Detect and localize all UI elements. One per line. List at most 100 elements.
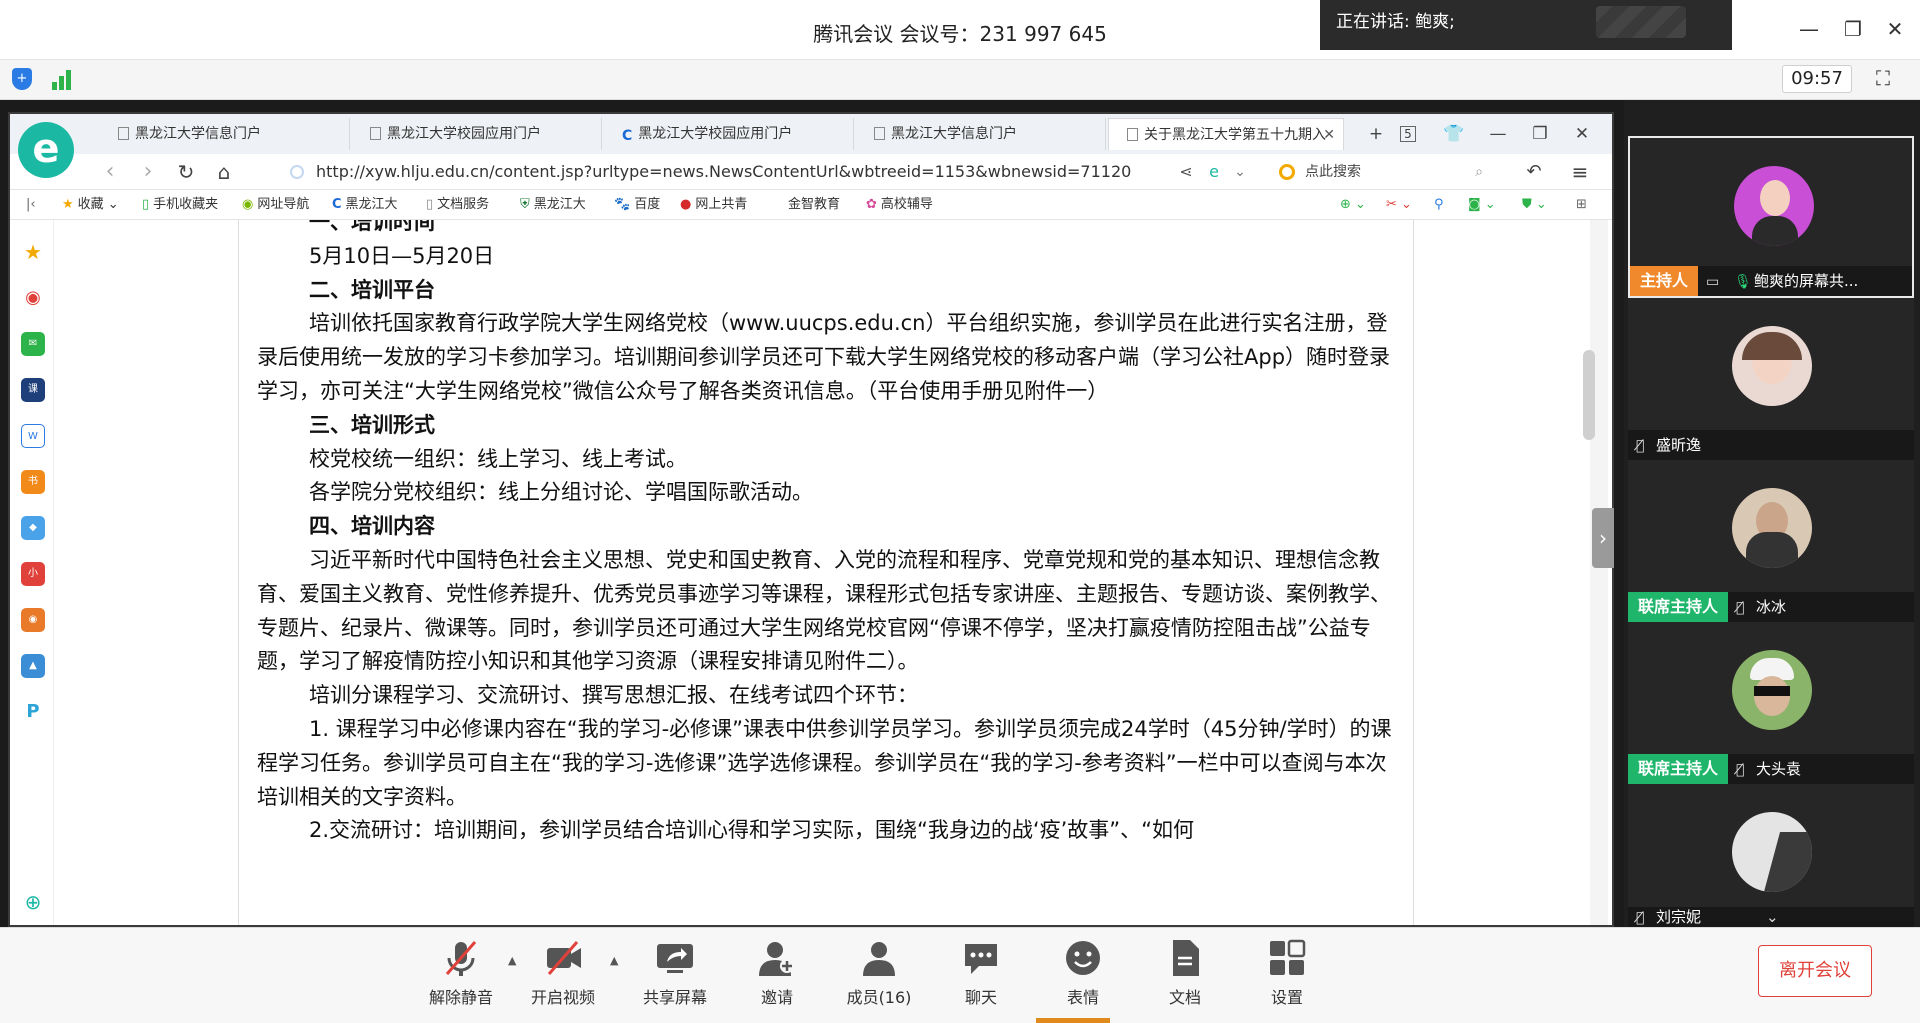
- browser-tab[interactable]: 黑龙江大学信息门户: [100, 118, 350, 150]
- paragraph: 2.交流研讨：培训期间，参训学员结合培训心得和学习实际，围绕“我身边的战‘疫’故…: [309, 818, 1195, 843]
- extension-icon[interactable]: ⊕ ⌄: [1340, 195, 1366, 215]
- weibo-icon[interactable]: ◉: [21, 286, 45, 310]
- paragraph: 培训依托国家教育行政学院大学生网络党校（www.uucps.edu.cn）平台组…: [257, 311, 1391, 403]
- minimize-icon[interactable]: —: [1796, 16, 1822, 42]
- participant-card[interactable]: 🎙̸ 刘宗妮 ⌄: [1628, 784, 1914, 927]
- back-icon[interactable]: ‹: [96, 158, 124, 186]
- tab-count-badge[interactable]: 5: [1394, 120, 1422, 148]
- browser-tab[interactable]: 黑龙江大学信息门户: [856, 118, 1106, 150]
- meeting-status-bar: [0, 60, 1920, 100]
- screenshot-icon[interactable]: ✂ ⌄: [1386, 195, 1412, 215]
- add-user-icon: [759, 942, 794, 976]
- search-icon[interactable]: ⌕: [1475, 158, 1483, 186]
- bookmark-item[interactable]: ★ 收藏 ⌄: [62, 195, 119, 215]
- browser-tab[interactable]: 黑龙江大学校园应用门户: [352, 118, 602, 150]
- paragraph: 各学院分党校组织：线上分组讨论、学唱国际歌活动。: [309, 480, 813, 505]
- leave-meeting-button[interactable]: 离开会议: [1758, 945, 1872, 997]
- shield-guard-icon[interactable]: ⛊ ⌄: [1522, 195, 1547, 215]
- unmute-button[interactable]: 解除静音: [416, 938, 506, 1018]
- browser-sidebar: ★ ◉ ✉ 课 W 书 ◆ 小 ◉ ▲ P ⊕: [10, 220, 54, 925]
- section-heading: 一、培训时间: [309, 220, 435, 234]
- close-icon[interactable]: ✕: [1882, 16, 1908, 42]
- mic-muted-icon: 🎙̸: [1736, 762, 1745, 778]
- bookmark-item[interactable]: ▯ 文档服务: [426, 195, 489, 215]
- mail-icon[interactable]: ✉: [21, 332, 45, 356]
- participant-label: 联席主持人 🎙̸ 冰冰: [1628, 592, 1914, 622]
- share-icon[interactable]: ⋖: [1172, 158, 1200, 186]
- bookmark-item[interactable]: ◉ 网址导航: [242, 195, 309, 215]
- undo-icon[interactable]: ↶: [1520, 158, 1548, 186]
- fullscreen-icon[interactable]: ⛶: [1870, 66, 1896, 92]
- add-sidebar-icon[interactable]: ⊕: [21, 890, 45, 914]
- favorites-icon[interactable]: ★: [21, 240, 45, 264]
- bookmark-item[interactable]: 🐾 百度: [614, 195, 660, 215]
- search-input[interactable]: 点此搜索 ⌕: [1275, 158, 1495, 186]
- bookmark-item[interactable]: ● 网上共青: [680, 195, 747, 215]
- paragraph: 5月10日—5月20日: [309, 243, 495, 268]
- members-button[interactable]: 成员(16): [834, 938, 924, 1018]
- avatar: [1732, 488, 1812, 568]
- participant-card[interactable]: 联席主持人 🎙̸ 大头袁: [1628, 622, 1914, 784]
- novel-icon[interactable]: 书: [21, 470, 45, 494]
- address-bar[interactable]: http://xyw.hlju.edu.cn/content.jsp?urlty…: [290, 158, 1160, 186]
- settings-button[interactable]: 设置: [1242, 938, 1332, 1018]
- chevron-up-icon[interactable]: ▲: [610, 954, 618, 967]
- menu-icon[interactable]: ≡: [1566, 158, 1594, 186]
- chevron-down-icon[interactable]: ⌄: [1766, 907, 1779, 927]
- tab-close-icon[interactable]: ✕: [1323, 119, 1335, 150]
- course-icon[interactable]: 课: [21, 378, 45, 402]
- participant-name: 冰冰: [1756, 598, 1787, 616]
- shirt-skin-icon[interactable]: 👕: [1440, 120, 1468, 148]
- chat-button[interactable]: 聊天: [936, 938, 1026, 1018]
- bookmark-item[interactable]: ▯ 手机收藏夹: [142, 195, 218, 215]
- ie-mode-icon[interactable]: e: [1200, 158, 1228, 186]
- bookmark-item[interactable]: ⛨ 黑龙江大: [520, 195, 586, 215]
- scrollbar-thumb[interactable]: [1583, 350, 1595, 440]
- participant-card[interactable]: 主持人 ▭ 🎙 鲍爽的屏幕共...: [1628, 136, 1914, 298]
- documents-button[interactable]: 文档: [1140, 938, 1230, 1018]
- game-app-icon[interactable]: ◉: [21, 608, 45, 632]
- role-badge: 联席主持人: [1628, 592, 1729, 622]
- browser-restore-icon[interactable]: ❐: [1526, 120, 1554, 148]
- paragraph: 校党校统一组织：线上学习、线上考试。: [309, 446, 687, 471]
- bookmarks-bar: |‹ ★ 收藏 ⌄ ▯ 手机收藏夹 ◉ 网址导航 C 黑龙江大 ▯ 文档服务 ⛨ 黑龙江大 …: [10, 190, 1612, 220]
- invite-button[interactable]: 邀请: [732, 938, 822, 1018]
- browser-tab-active[interactable]: 关于黑龙江大学第五十九期入 ✕: [1108, 118, 1344, 150]
- browser-logo-icon[interactable]: e: [18, 122, 74, 178]
- chevron-right-icon[interactable]: ›: [1592, 508, 1614, 568]
- refresh-icon[interactable]: ↻: [172, 158, 200, 186]
- bookmark-item[interactable]: C 黑龙江大: [332, 195, 398, 215]
- role-badge: 主持人: [1630, 266, 1699, 296]
- security-shield-icon[interactable]: +: [12, 68, 32, 90]
- share-screen-button[interactable]: 共享屏幕: [630, 938, 720, 1018]
- bookmark-item[interactable]: ✿ 高校辅导: [866, 195, 933, 215]
- apps-grid-icon[interactable]: ⊞: [1576, 195, 1587, 215]
- home-icon[interactable]: ⌂: [210, 158, 238, 186]
- new-tab-icon[interactable]: +: [1362, 120, 1390, 148]
- zoom-icon[interactable]: ⚲: [1434, 195, 1444, 215]
- restore-icon[interactable]: ❐: [1840, 16, 1866, 42]
- chevron-down-icon[interactable]: ⌄: [1226, 158, 1254, 186]
- bookmark-item[interactable]: 金智教育: [788, 195, 840, 215]
- p-app-icon[interactable]: P: [21, 700, 45, 724]
- mini-app-icon[interactable]: 小: [21, 562, 45, 586]
- game-app-icon[interactable]: ◆: [21, 516, 45, 540]
- network-signal-icon[interactable]: [52, 68, 76, 90]
- browser-minimize-icon[interactable]: —: [1484, 120, 1512, 148]
- participant-card[interactable]: 🎙̸ 盛昕逸: [1628, 298, 1914, 460]
- participant-card[interactable]: 联席主持人 🎙̸ 冰冰: [1628, 460, 1914, 622]
- start-video-button[interactable]: 开启视频: [518, 938, 608, 1018]
- browser-close-icon[interactable]: ✕: [1568, 120, 1596, 148]
- forward-icon[interactable]: ›: [134, 158, 162, 186]
- game-icon[interactable]: ◙ ⌄: [1468, 195, 1496, 215]
- browser-nav-bar: ‹ › ↻ ⌂ http://xyw.hlju.edu.cn/content.j…: [10, 154, 1612, 190]
- game-app-icon[interactable]: ▲: [21, 654, 45, 678]
- scrollbar-track[interactable]: [1590, 220, 1608, 925]
- collapse-sidebar-icon[interactable]: |‹: [26, 195, 36, 215]
- browser-tab[interactable]: C 黑龙江大学校园应用门户: [604, 118, 854, 150]
- word-doc-icon[interactable]: W: [21, 424, 45, 448]
- chevron-up-icon[interactable]: ▲: [508, 954, 516, 967]
- mic-on-icon: 🎙: [1734, 274, 1752, 290]
- emoji-button[interactable]: 表情: [1038, 938, 1128, 1018]
- article-page: 一、培训时间 5月10日—5月20日 二、培训平台 培训依托国家教育行政学院大学…: [238, 220, 1414, 925]
